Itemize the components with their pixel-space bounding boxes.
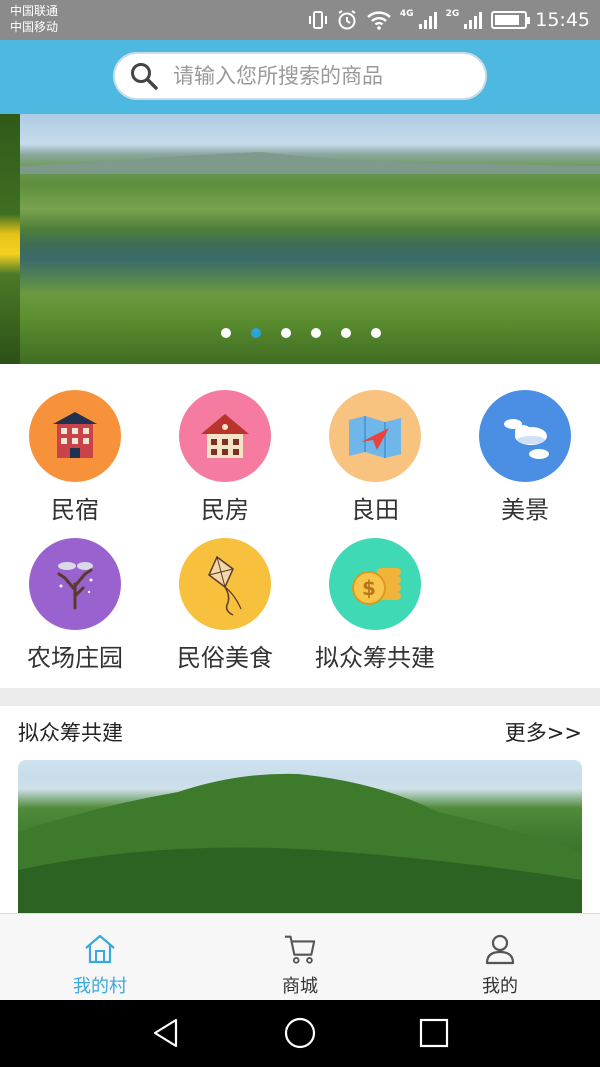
section-title: 拟众筹共建: [18, 721, 123, 745]
category-nongchang[interactable]: 农场庄园: [0, 538, 150, 673]
category-label: 美景: [501, 496, 549, 524]
carousel-dot[interactable]: [251, 328, 261, 338]
category-minsu[interactable]: 民宿: [0, 390, 150, 525]
category-meijing[interactable]: 美景: [450, 390, 600, 525]
carousel-dot[interactable]: [341, 328, 351, 338]
carrier-1: 中国联通: [10, 4, 59, 18]
bottom-navigation: 我的村 商城 我的: [0, 913, 600, 1000]
category-label: 拟众筹共建: [315, 644, 435, 672]
alarm-icon: [336, 9, 358, 31]
user-icon: [485, 934, 515, 965]
carousel-indicator: [0, 328, 600, 338]
search-icon: [131, 63, 158, 90]
category-label: 民俗美食: [177, 644, 273, 672]
network-2g-label: 2G: [445, 9, 460, 19]
nav-my-village[interactable]: 我的村: [0, 914, 200, 1001]
category-label: 农场庄园: [27, 644, 123, 672]
carousel-dot[interactable]: [221, 328, 231, 338]
carousel-dot[interactable]: [371, 328, 381, 338]
category-label: 良田: [351, 496, 399, 524]
system-navigation-bar: [0, 1000, 600, 1067]
vibrate-icon: [308, 10, 328, 30]
kite-icon: [179, 538, 271, 630]
map-icon: [329, 390, 421, 482]
network-4g-label: 4G: [399, 9, 414, 19]
status-bar: 中国联通 中国移动 4G 2G 15:45: [0, 0, 600, 40]
search-header: [0, 40, 600, 114]
category-liangtian[interactable]: 良田: [300, 390, 450, 525]
category-minsu-food[interactable]: 民俗美食: [150, 538, 300, 673]
category-crowdfunding[interactable]: $ 拟众筹共建: [300, 538, 450, 673]
category-grid: 民宿 民房 良田 美景 农场庄园 民俗美食 $ 拟众筹共建: [0, 378, 600, 678]
house-icon: [179, 390, 271, 482]
svg-text:$: $: [362, 576, 376, 600]
category-label: 民宿: [51, 496, 99, 524]
carousel-dot[interactable]: [311, 328, 321, 338]
carousel-dot[interactable]: [281, 328, 291, 338]
signal-icon: [418, 10, 438, 30]
carrier-info: 中国联通 中国移动: [10, 3, 58, 35]
banner-carousel[interactable]: [0, 114, 600, 364]
status-icons: 4G 2G 15:45: [308, 0, 590, 40]
banner-image: [20, 114, 600, 364]
project-image[interactable]: [18, 760, 582, 920]
search-box[interactable]: [113, 52, 487, 100]
nav-shop[interactable]: 商城: [200, 914, 400, 1001]
signal-icon: [463, 10, 483, 30]
nav-label: 我的: [482, 976, 518, 997]
banner-hills: [20, 152, 600, 174]
home-icon: [85, 934, 115, 964]
wifi-icon: [366, 10, 392, 30]
battery-icon: [491, 11, 531, 29]
coins-icon: $: [329, 538, 421, 630]
carrier-2: 中国移动: [10, 20, 59, 34]
category-minfang[interactable]: 民房: [150, 390, 300, 525]
battery-level: [495, 15, 520, 25]
banner-previous-slide-edge: [0, 114, 20, 364]
cart-icon: [284, 935, 316, 964]
tree-icon: [29, 538, 121, 630]
nav-label: 商城: [282, 976, 318, 997]
status-time: 15:45: [535, 9, 590, 31]
back-icon[interactable]: [150, 1017, 182, 1049]
search-input[interactable]: [173, 64, 463, 88]
mountain-illustration: [18, 773, 582, 920]
clouds-icon: [479, 390, 571, 482]
nav-mine[interactable]: 我的: [400, 914, 600, 1001]
home-circle-icon[interactable]: [284, 1017, 316, 1049]
category-label: 民房: [201, 496, 249, 524]
more-link[interactable]: 更多>>: [505, 717, 582, 747]
app-screen: 中国联通 中国移动 4G 2G 15:45 请输入您所搜索的商品 民宿 民房 良…: [0, 0, 600, 1067]
section-divider: [0, 688, 600, 706]
hotel-building-icon: [29, 390, 121, 482]
recents-icon[interactable]: [418, 1017, 450, 1049]
nav-label: 我的村: [73, 976, 127, 997]
